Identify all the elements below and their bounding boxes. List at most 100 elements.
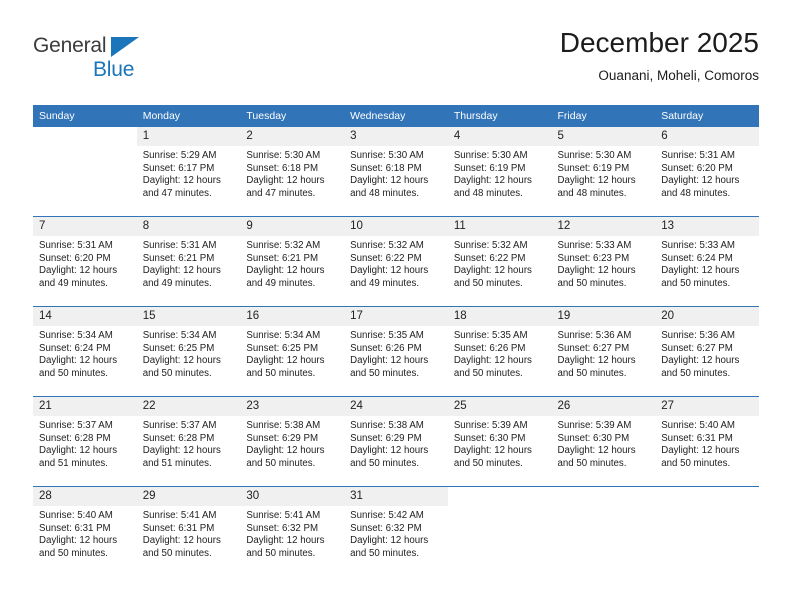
calendar-day[interactable]: 3 Sunrise: 5:30 AM Sunset: 6:18 PM Daylight… xyxy=(344,127,448,216)
sun-info: Sunrise: 5:41 AM Sunset: 6:32 PM Daylight:… xyxy=(240,506,344,560)
calendar-day[interactable]: 23 Sunrise: 5:38 AM Sunset: 6:29 PM Dayligh… xyxy=(240,397,345,486)
calendar-cell: 17 Sunrise: 5:35 AM Sunset: 6:26 PM Dayligh… xyxy=(344,306,448,397)
calendar-cell: 25 Sunrise: 5:39 AM Sunset: 6:30 PM Dayligh… xyxy=(447,396,552,487)
calendar-cell: 12 Sunrise: 5:33 AM Sunset: 6:23 PM Dayligh… xyxy=(551,216,656,307)
daylight-text-line1: Daylight: 12 hours xyxy=(557,265,636,277)
calendar-cell xyxy=(655,486,759,576)
calendar-day[interactable]: 25 Sunrise: 5:39 AM Sunset: 6:30 PM Dayligh… xyxy=(447,397,552,486)
calendar-day[interactable]: 19 Sunrise: 5:36 AM Sunset: 6:27 PM Dayligh… xyxy=(551,307,656,396)
day-number: 20 xyxy=(655,307,759,326)
calendar-cell: 22 Sunrise: 5:37 AM Sunset: 6:28 PM Dayligh… xyxy=(136,396,241,487)
calendar-day[interactable]: 22 Sunrise: 5:37 AM Sunset: 6:28 PM Dayligh… xyxy=(136,397,241,486)
day-number: 31 xyxy=(344,487,448,506)
weekday-header-monday: Monday xyxy=(136,105,241,127)
calendar-day[interactable]: 17 Sunrise: 5:35 AM Sunset: 6:26 PM Dayligh… xyxy=(344,307,448,396)
calendar-cell: 8 Sunrise: 5:31 AM Sunset: 6:21 PM Daylight… xyxy=(136,216,241,307)
calendar-day[interactable]: 12 Sunrise: 5:33 AM Sunset: 6:23 PM Dayligh… xyxy=(551,217,656,306)
calendar-day[interactable]: 29 Sunrise: 5:41 AM Sunset: 6:31 PM Dayligh… xyxy=(136,487,241,576)
calendar-day[interactable]: 2 Sunrise: 5:30 AM Sunset: 6:18 PM Daylight… xyxy=(240,127,345,216)
sun-info: Sunrise: 5:32 AM Sunset: 6:22 PM Daylight:… xyxy=(448,236,552,290)
calendar-day[interactable]: 1 Sunrise: 5:29 AM Sunset: 6:17 PM Daylight… xyxy=(136,127,241,216)
sun-info: Sunrise: 5:31 AM Sunset: 6:20 PM Daylight:… xyxy=(655,146,759,200)
day-number: 17 xyxy=(344,307,448,326)
daylight-text-line1: Daylight: 12 hours xyxy=(246,355,325,367)
sunrise-text: Sunrise: 5:40 AM xyxy=(39,510,113,521)
daylight-text-line2: and 49 minutes. xyxy=(142,277,212,289)
sunrise-text: Sunrise: 5:33 AM xyxy=(661,240,735,251)
calendar-day[interactable]: 15 Sunrise: 5:34 AM Sunset: 6:25 PM Dayligh… xyxy=(136,307,241,396)
sun-info: Sunrise: 5:36 AM Sunset: 6:27 PM Daylight:… xyxy=(552,326,656,380)
sun-info: Sunrise: 5:37 AM Sunset: 6:28 PM Daylight:… xyxy=(137,416,241,470)
sun-info: Sunrise: 5:30 AM Sunset: 6:18 PM Daylight:… xyxy=(344,146,448,200)
calendar-cell: 6 Sunrise: 5:31 AM Sunset: 6:20 PM Daylight… xyxy=(655,127,759,217)
sunset-text: Sunset: 6:31 PM xyxy=(142,522,215,534)
calendar-week-row: 1 Sunrise: 5:29 AM Sunset: 6:17 PM Daylight… xyxy=(33,127,759,217)
calendar-day[interactable]: 21 Sunrise: 5:37 AM Sunset: 6:28 PM Dayligh… xyxy=(33,397,137,486)
sunset-text: Sunset: 6:21 PM xyxy=(246,252,319,264)
day-number: 15 xyxy=(136,307,241,326)
calendar-day[interactable]: 24 Sunrise: 5:38 AM Sunset: 6:29 PM Dayligh… xyxy=(344,397,448,486)
generalblue-logo[interactable]: General Blue xyxy=(33,34,163,90)
daylight-text-line2: and 50 minutes. xyxy=(350,457,420,469)
calendar-day[interactable]: 7 Sunrise: 5:31 AM Sunset: 6:20 PM Daylight… xyxy=(33,217,137,306)
calendar-day[interactable]: 9 Sunrise: 5:32 AM Sunset: 6:21 PM Daylight… xyxy=(240,217,345,306)
day-number: 3 xyxy=(344,127,448,146)
daylight-text-line1: Daylight: 12 hours xyxy=(142,175,221,187)
weekday-header-sunday: Sunday xyxy=(33,105,137,127)
calendar-table: Sunday Monday Tuesday Wednesday Thursday… xyxy=(33,105,759,576)
weekday-header-tuesday: Tuesday xyxy=(240,105,345,127)
sunrise-text: Sunrise: 5:31 AM xyxy=(142,240,217,251)
calendar-day[interactable]: 4 Sunrise: 5:30 AM Sunset: 6:19 PM Daylight… xyxy=(447,127,552,216)
calendar-cell xyxy=(447,486,552,576)
calendar-day[interactable]: 18 Sunrise: 5:35 AM Sunset: 6:26 PM Dayligh… xyxy=(447,307,552,396)
calendar-day[interactable]: 5 Sunrise: 5:30 AM Sunset: 6:19 PM Daylight… xyxy=(551,127,656,216)
sun-info: Sunrise: 5:35 AM Sunset: 6:26 PM Daylight:… xyxy=(448,326,552,380)
day-number: 29 xyxy=(136,487,241,506)
calendar-day[interactable]: 20 Sunrise: 5:36 AM Sunset: 6:27 PM Dayligh… xyxy=(655,307,759,396)
sun-info: Sunrise: 5:36 AM Sunset: 6:27 PM Daylight:… xyxy=(655,326,759,380)
daylight-text-line1: Daylight: 12 hours xyxy=(557,445,636,457)
day-number: 10 xyxy=(344,217,448,236)
sun-info: Sunrise: 5:40 AM Sunset: 6:31 PM Daylight:… xyxy=(655,416,759,470)
weekday-header-saturday: Saturday xyxy=(655,105,759,127)
sunrise-text: Sunrise: 5:31 AM xyxy=(661,150,735,161)
calendar-day[interactable]: 31 Sunrise: 5:42 AM Sunset: 6:32 PM Dayligh… xyxy=(344,487,448,576)
calendar-day[interactable]: 28 Sunrise: 5:40 AM Sunset: 6:31 PM Dayligh… xyxy=(33,487,137,576)
calendar-day[interactable]: 16 Sunrise: 5:34 AM Sunset: 6:25 PM Dayligh… xyxy=(240,307,345,396)
calendar-cell: 10 Sunrise: 5:32 AM Sunset: 6:22 PM Dayligh… xyxy=(344,216,448,307)
calendar-cell: 24 Sunrise: 5:38 AM Sunset: 6:29 PM Dayligh… xyxy=(344,396,448,487)
sun-info: Sunrise: 5:30 AM Sunset: 6:19 PM Daylight:… xyxy=(552,146,656,200)
calendar-day[interactable]: 13 Sunrise: 5:33 AM Sunset: 6:24 PM Dayligh… xyxy=(655,217,759,306)
calendar-day[interactable]: 26 Sunrise: 5:39 AM Sunset: 6:30 PM Dayligh… xyxy=(551,397,656,486)
calendar-cell xyxy=(551,486,656,576)
calendar-day[interactable]: 30 Sunrise: 5:41 AM Sunset: 6:32 PM Dayligh… xyxy=(240,487,345,576)
daylight-text-line2: and 50 minutes. xyxy=(557,457,627,469)
sunrise-text: Sunrise: 5:30 AM xyxy=(246,150,321,161)
sunrise-text: Sunrise: 5:41 AM xyxy=(246,510,321,521)
calendar-cell: 2 Sunrise: 5:30 AM Sunset: 6:18 PM Daylight… xyxy=(240,127,345,217)
daylight-text-line1: Daylight: 12 hours xyxy=(39,535,118,547)
calendar-cell: 4 Sunrise: 5:30 AM Sunset: 6:19 PM Daylight… xyxy=(447,127,552,217)
day-number: 5 xyxy=(551,127,656,146)
calendar-day[interactable]: 14 Sunrise: 5:34 AM Sunset: 6:24 PM Dayligh… xyxy=(33,307,137,396)
daylight-text-line2: and 50 minutes. xyxy=(246,457,316,469)
day-number: 4 xyxy=(447,127,552,146)
sun-info: Sunrise: 5:31 AM Sunset: 6:21 PM Daylight:… xyxy=(137,236,241,290)
calendar-cell: 21 Sunrise: 5:37 AM Sunset: 6:28 PM Dayligh… xyxy=(33,396,137,487)
sunrise-text: Sunrise: 5:30 AM xyxy=(453,150,528,161)
sunset-text: Sunset: 6:26 PM xyxy=(453,342,526,354)
calendar-day[interactable]: 8 Sunrise: 5:31 AM Sunset: 6:21 PM Daylight… xyxy=(136,217,241,306)
daylight-text-line1: Daylight: 12 hours xyxy=(142,265,221,277)
day-number: 27 xyxy=(655,397,759,416)
daylight-text-line2: and 51 minutes. xyxy=(142,457,212,469)
daylight-text-line1: Daylight: 12 hours xyxy=(557,355,636,367)
calendar-day[interactable]: 27 Sunrise: 5:40 AM Sunset: 6:31 PM Dayligh… xyxy=(655,397,759,486)
calendar-day[interactable]: 11 Sunrise: 5:32 AM Sunset: 6:22 PM Dayligh… xyxy=(447,217,552,306)
weekday-header-thursday: Thursday xyxy=(447,105,552,127)
daylight-text-line1: Daylight: 12 hours xyxy=(453,445,532,457)
daylight-text-line2: and 50 minutes. xyxy=(661,367,731,379)
calendar-day-empty xyxy=(655,487,759,576)
calendar-day[interactable]: 6 Sunrise: 5:31 AM Sunset: 6:20 PM Daylight… xyxy=(655,127,759,216)
calendar-day[interactable]: 10 Sunrise: 5:32 AM Sunset: 6:22 PM Dayligh… xyxy=(344,217,448,306)
daylight-text-line2: and 48 minutes. xyxy=(661,187,731,199)
